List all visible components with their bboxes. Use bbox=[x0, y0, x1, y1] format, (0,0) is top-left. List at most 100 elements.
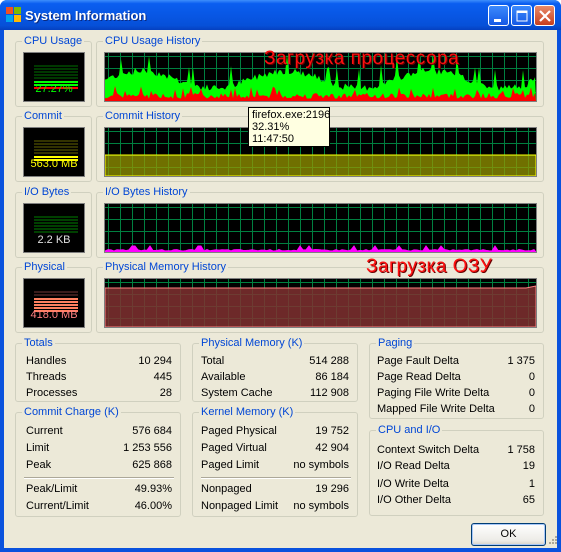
paging-group: Paging Page Fault Delta 1 375 Page Read D… bbox=[369, 337, 544, 419]
window-title: System Information bbox=[25, 8, 147, 23]
io-bytes-area bbox=[105, 245, 536, 252]
physical-memory-label: Physical Memory (K) bbox=[199, 337, 305, 349]
io-history-graph[interactable] bbox=[104, 203, 537, 253]
stat-row: Current 576 684 bbox=[26, 424, 172, 438]
app-icon bbox=[6, 7, 21, 22]
kernel-memory-label: Kernel Memory (K) bbox=[199, 406, 296, 418]
close-icon bbox=[539, 10, 551, 22]
paging-label: Paging bbox=[376, 337, 415, 349]
stat-value: 19 752 bbox=[315, 425, 349, 437]
stat-row: Limit 1 253 556 bbox=[26, 441, 172, 455]
stat-row: Context Switch Delta 1 758 bbox=[377, 443, 535, 457]
stat-key: Threads bbox=[26, 371, 67, 383]
stat-value: 10 294 bbox=[138, 355, 172, 367]
cpu-usage-group: CPU Usage 27.27% bbox=[15, 35, 92, 107]
stat-row: Page Fault Delta 1 375 bbox=[377, 354, 535, 368]
stat-key: Paging File Write Delta bbox=[377, 387, 490, 399]
physical-memory-area bbox=[105, 285, 536, 327]
stat-value: no symbols bbox=[293, 500, 349, 512]
divider bbox=[201, 477, 351, 479]
stat-key: Nonpaged Limit bbox=[201, 500, 279, 512]
stat-key: Processes bbox=[26, 387, 78, 399]
io-bytes-group: I/O Bytes 2.2 KB bbox=[15, 186, 92, 258]
stat-value: 0 bbox=[528, 371, 535, 383]
stat-value: 42 904 bbox=[315, 442, 349, 454]
stat-row: Paged Physical 19 752 bbox=[201, 424, 349, 438]
stat-value: 445 bbox=[153, 371, 172, 383]
io-history-label: I/O Bytes History bbox=[103, 186, 190, 198]
stat-value: 1 253 556 bbox=[123, 442, 172, 454]
totals-label: Totals bbox=[22, 337, 55, 349]
stat-row: System Cache 112 908 bbox=[201, 386, 349, 400]
minimize-button[interactable] bbox=[488, 5, 509, 26]
cpu-usage-meter: 27.27% bbox=[23, 52, 85, 102]
stat-key: I/O Write Delta bbox=[377, 478, 449, 490]
kernel-memory-group: Kernel Memory (K) Paged Physical 19 752 P… bbox=[192, 406, 358, 517]
stat-key: Paged Limit bbox=[201, 459, 260, 471]
maximize-button[interactable] bbox=[511, 5, 532, 26]
stat-value: 1 375 bbox=[507, 355, 535, 367]
stat-key: Mapped File Write Delta bbox=[377, 403, 495, 415]
stat-row: Current/Limit 46.00% bbox=[26, 499, 172, 513]
cpu-usage-value: 27.27% bbox=[35, 83, 73, 95]
stat-key: Context Switch Delta bbox=[377, 444, 480, 456]
stat-key: Nonpaged bbox=[201, 483, 252, 495]
stat-row: Peak/Limit 49.93% bbox=[26, 482, 172, 496]
tooltip-time: 11:47:50 bbox=[252, 133, 295, 145]
phys-graph-canvas bbox=[105, 279, 536, 327]
stat-key: Peak bbox=[26, 459, 52, 471]
commit-charge-label: Commit Charge (K) bbox=[22, 406, 121, 418]
stat-key: Peak/Limit bbox=[26, 483, 78, 495]
commit-history-label: Commit History bbox=[103, 110, 183, 122]
stat-value: no symbols bbox=[293, 459, 349, 471]
stat-row: Nonpaged Limit no symbols bbox=[201, 499, 349, 513]
cpu-load-annotation: Загрузка процессора bbox=[264, 48, 460, 69]
stat-row: Page Read Delta 0 bbox=[377, 370, 535, 384]
stat-row: Handles 10 294 bbox=[26, 354, 172, 368]
commit-value: 563.0 MB bbox=[30, 158, 78, 170]
resize-grip-icon[interactable] bbox=[547, 534, 557, 544]
stat-row: Peak 625 868 bbox=[26, 458, 172, 472]
ram-load-annotation: Загрузка ОЗУ bbox=[366, 256, 493, 277]
stat-value: 65 bbox=[522, 494, 535, 506]
stat-key: Available bbox=[201, 371, 246, 383]
stat-row: Available 86 184 bbox=[201, 370, 349, 384]
physical-history-label: Physical Memory History bbox=[103, 261, 229, 273]
tooltip-process: firefox.exe:2196 bbox=[252, 109, 331, 121]
stat-key: Paged Virtual bbox=[201, 442, 267, 454]
ok-button[interactable]: OK bbox=[471, 523, 546, 546]
totals-group: Totals Handles 10 294 Threads 445 Processe… bbox=[15, 337, 181, 402]
stat-value: 19 296 bbox=[315, 483, 349, 495]
stat-row: Mapped File Write Delta 0 bbox=[377, 402, 535, 416]
physical-meter: 418.0 MB bbox=[23, 278, 85, 328]
stat-row: I/O Read Delta 19 bbox=[377, 459, 535, 473]
stat-value: 625 868 bbox=[132, 459, 172, 471]
stat-key: Page Fault Delta bbox=[377, 355, 459, 367]
stat-value: 514 288 bbox=[309, 355, 349, 367]
client-area: CPU Usage 27.27% CPU Usage History Commi… bbox=[4, 30, 557, 548]
tooltip-percent: 32.31% bbox=[252, 121, 290, 133]
graph-grid bbox=[105, 204, 536, 252]
cpu-history-label: CPU Usage History bbox=[103, 35, 203, 47]
stat-row: I/O Write Delta 1 bbox=[377, 477, 535, 491]
stat-key: Total bbox=[201, 355, 225, 367]
commit-charge-group: Commit Charge (K) Current 576 684 Limit 1 … bbox=[15, 406, 181, 517]
stat-value: 112 908 bbox=[310, 387, 349, 399]
stat-value: 19 bbox=[522, 460, 535, 472]
stat-value: 576 684 bbox=[132, 425, 172, 437]
stat-row: I/O Other Delta 65 bbox=[377, 493, 535, 507]
title-bar[interactable]: System Information bbox=[0, 0, 561, 30]
io-history-group: I/O Bytes History bbox=[96, 186, 544, 258]
cpu-io-group: CPU and I/O Context Switch Delta 1 758 I/… bbox=[369, 424, 544, 516]
commit-area bbox=[105, 154, 536, 176]
graph-tooltip: firefox.exe:2196 32.31% 11:47:50 bbox=[248, 107, 330, 147]
io-bytes-meter: 2.2 KB bbox=[23, 203, 85, 253]
stat-row: Paged Virtual 42 904 bbox=[201, 441, 349, 455]
close-button[interactable] bbox=[534, 5, 555, 26]
stat-key: Limit bbox=[26, 442, 50, 454]
physical-history-graph[interactable] bbox=[104, 278, 537, 328]
stat-key: Page Read Delta bbox=[377, 371, 461, 383]
stat-row: Paging File Write Delta 0 bbox=[377, 386, 535, 400]
physical-label: Physical bbox=[22, 261, 67, 273]
io-bytes-label: I/O Bytes bbox=[22, 186, 72, 198]
